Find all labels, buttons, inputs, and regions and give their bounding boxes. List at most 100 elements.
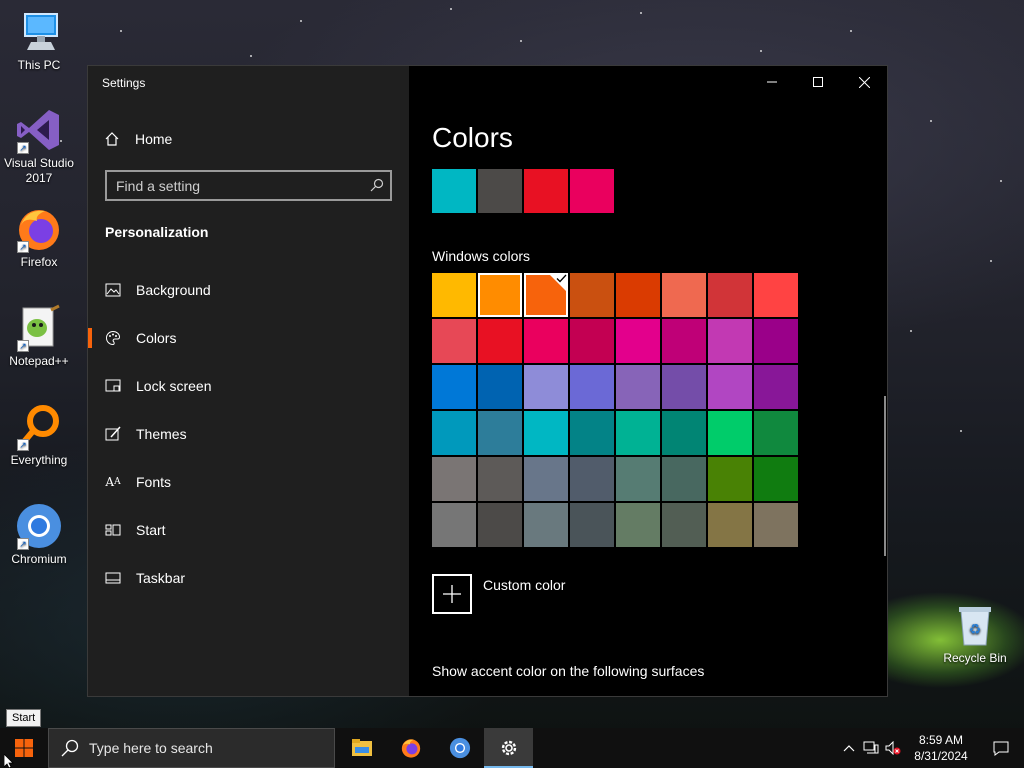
- window-controls: [749, 66, 887, 98]
- show-hidden-icons-button[interactable]: [838, 728, 860, 768]
- nav-item-lock-screen[interactable]: Lock screen: [88, 362, 409, 410]
- color-swatch[interactable]: [524, 319, 568, 363]
- custom-color-label: Custom color: [483, 577, 566, 593]
- chevron-up-icon: [843, 745, 855, 752]
- recent-color-swatch[interactable]: [570, 169, 614, 213]
- show-accent-heading: Show accent color on the following surfa…: [432, 663, 705, 679]
- color-swatch[interactable]: [570, 503, 614, 547]
- lock-screen-icon: [105, 378, 121, 394]
- color-swatch[interactable]: [570, 411, 614, 455]
- nav-item-taskbar[interactable]: Taskbar: [88, 554, 409, 602]
- color-swatch[interactable]: [708, 319, 752, 363]
- color-swatch[interactable]: [662, 365, 706, 409]
- color-swatch[interactable]: [432, 503, 476, 547]
- recent-color-swatch[interactable]: [524, 169, 568, 213]
- color-swatch[interactable]: [662, 457, 706, 501]
- recent-colors: [432, 169, 614, 213]
- color-swatch[interactable]: [478, 365, 522, 409]
- taskbar-firefox[interactable]: [386, 728, 435, 768]
- color-swatch[interactable]: [662, 273, 706, 317]
- color-swatch[interactable]: [524, 365, 568, 409]
- color-swatch[interactable]: [432, 365, 476, 409]
- nav-item-fonts[interactable]: AA Fonts: [88, 458, 409, 506]
- color-swatch[interactable]: [524, 273, 568, 317]
- color-swatch[interactable]: [754, 319, 798, 363]
- color-swatch[interactable]: [524, 457, 568, 501]
- color-swatch[interactable]: [708, 457, 752, 501]
- taskbar-settings[interactable]: [484, 728, 533, 768]
- action-center-button[interactable]: [978, 728, 1024, 768]
- file-explorer-icon: [351, 739, 372, 756]
- color-swatch[interactable]: [570, 319, 614, 363]
- desktop-icon-notepad-plus-plus[interactable]: ↗ Notepad++: [0, 304, 78, 369]
- window-title: Settings: [102, 76, 146, 90]
- color-swatch[interactable]: [432, 273, 476, 317]
- color-swatch[interactable]: [662, 319, 706, 363]
- background-icon: [105, 282, 121, 298]
- nav-item-label: Background: [136, 282, 211, 298]
- desktop-icon-chromium[interactable]: ↗ Chromium: [0, 502, 78, 567]
- color-swatch[interactable]: [570, 365, 614, 409]
- color-swatch[interactable]: [662, 503, 706, 547]
- taskbar-icon: [105, 570, 121, 586]
- color-swatch[interactable]: [708, 411, 752, 455]
- nav-item-themes[interactable]: Themes: [88, 410, 409, 458]
- shortcut-arrow-icon: ↗: [17, 142, 29, 154]
- volume-button[interactable]: [882, 728, 904, 768]
- color-swatch[interactable]: [754, 411, 798, 455]
- color-swatch[interactable]: [616, 411, 660, 455]
- color-swatch[interactable]: [616, 503, 660, 547]
- color-swatch[interactable]: [708, 273, 752, 317]
- taskbar-file-explorer[interactable]: [337, 728, 386, 768]
- nav-item-colors[interactable]: Colors: [88, 314, 409, 362]
- color-swatch[interactable]: [570, 457, 614, 501]
- find-setting-input[interactable]: [107, 172, 390, 199]
- nav-home[interactable]: Home: [104, 128, 394, 150]
- color-swatch[interactable]: [432, 319, 476, 363]
- color-swatch[interactable]: [478, 319, 522, 363]
- color-swatch[interactable]: [432, 411, 476, 455]
- color-swatch[interactable]: [616, 457, 660, 501]
- desktop-icon-everything[interactable]: ↗ Everything: [0, 403, 78, 468]
- taskbar-search[interactable]: Type here to search: [48, 728, 335, 768]
- network-button[interactable]: [860, 728, 882, 768]
- custom-color-button[interactable]: Custom color: [432, 574, 565, 614]
- close-button[interactable]: [841, 66, 887, 98]
- color-swatch[interactable]: [708, 365, 752, 409]
- color-swatch[interactable]: [478, 273, 522, 317]
- color-swatch[interactable]: [754, 365, 798, 409]
- desktop-icon-this-pc[interactable]: This PC: [0, 8, 78, 73]
- volume-muted-icon: [885, 741, 901, 755]
- color-swatch[interactable]: [662, 411, 706, 455]
- nav-item-background[interactable]: Background: [88, 266, 409, 314]
- color-swatch[interactable]: [478, 457, 522, 501]
- desktop-icon-firefox[interactable]: ↗ Firefox: [0, 205, 78, 270]
- color-swatch[interactable]: [754, 503, 798, 547]
- find-setting-search[interactable]: [105, 170, 392, 201]
- clock[interactable]: 8:59 AM 8/31/2024: [904, 732, 978, 764]
- color-swatch[interactable]: [708, 503, 752, 547]
- themes-icon: [105, 426, 121, 442]
- color-swatch[interactable]: [570, 273, 614, 317]
- color-swatch[interactable]: [478, 411, 522, 455]
- color-swatch[interactable]: [524, 503, 568, 547]
- color-swatch[interactable]: [616, 273, 660, 317]
- color-swatch[interactable]: [524, 411, 568, 455]
- minimize-button[interactable]: [749, 66, 795, 98]
- desktop-icon-label: This PC: [17, 58, 61, 72]
- recent-color-swatch[interactable]: [478, 169, 522, 213]
- desktop-icon-visual-studio[interactable]: ↗ Visual Studio 2017: [0, 106, 78, 186]
- maximize-button[interactable]: [795, 66, 841, 98]
- color-swatch[interactable]: [616, 319, 660, 363]
- color-swatch[interactable]: [616, 365, 660, 409]
- firefox-icon: [401, 739, 420, 758]
- scrollbar[interactable]: [884, 396, 886, 556]
- desktop-icon-recycle-bin[interactable]: ♻ Recycle Bin: [936, 601, 1014, 666]
- color-swatch[interactable]: [754, 457, 798, 501]
- taskbar-chromium[interactable]: [435, 728, 484, 768]
- color-swatch[interactable]: [478, 503, 522, 547]
- recent-color-swatch[interactable]: [432, 169, 476, 213]
- nav-item-start[interactable]: Start: [88, 506, 409, 554]
- color-swatch[interactable]: [432, 457, 476, 501]
- color-swatch[interactable]: [754, 273, 798, 317]
